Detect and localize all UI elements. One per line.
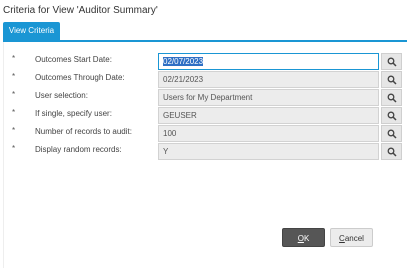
criteria-row-start-date: * Outcomes Start Date: 02/07/2023 <box>4 52 408 71</box>
ok-button-label: K <box>303 234 310 243</box>
required-marker: * <box>12 72 16 81</box>
cancel-button[interactable]: Cancel <box>330 228 373 247</box>
field-label-random-records: Display random records: <box>35 145 122 154</box>
criteria-dialog: Criteria for View 'Auditor Summary' View… <box>0 0 409 270</box>
record-count-lookup-button[interactable] <box>381 125 402 142</box>
random-records-field[interactable]: Y <box>158 143 379 160</box>
criteria-row-record-count: * Number of records to audit: 100 <box>4 124 408 143</box>
start-date-value: 02/07/2023 <box>163 57 204 66</box>
tab-view-criteria[interactable]: View Criteria <box>3 22 60 40</box>
required-marker: * <box>12 54 16 63</box>
required-marker: * <box>12 90 16 99</box>
user-selection-lookup-button[interactable] <box>381 89 402 106</box>
field-label-record-count: Number of records to audit: <box>35 127 132 136</box>
field-label-through-date: Outcomes Through Date: <box>35 73 125 82</box>
search-icon <box>387 111 397 121</box>
criteria-row-random-records: * Display random records: Y <box>4 142 408 161</box>
window-title: Criteria for View 'Auditor Summary' <box>3 5 158 16</box>
criteria-row-user-selection: * User selection: Users for My Departmen… <box>4 88 408 107</box>
single-user-field[interactable]: GEUSER <box>158 107 379 124</box>
through-date-field[interactable]: 02/21/2023 <box>158 71 379 88</box>
field-label-single-user: If single, specify user: <box>35 109 112 118</box>
start-date-field[interactable]: 02/07/2023 <box>158 53 379 70</box>
record-count-field[interactable]: 100 <box>158 125 379 142</box>
required-marker: * <box>12 108 16 117</box>
field-label-start-date: Outcomes Start Date: <box>35 55 112 64</box>
cancel-button-label: ancel <box>344 234 364 243</box>
user-selection-field[interactable]: Users for My Department <box>158 89 379 106</box>
search-icon <box>387 57 397 67</box>
search-icon <box>387 129 397 139</box>
ok-button[interactable]: OK <box>282 228 325 247</box>
search-icon <box>387 147 397 157</box>
start-date-lookup-button[interactable] <box>381 53 402 70</box>
search-icon <box>387 75 397 85</box>
required-marker: * <box>12 144 16 153</box>
single-user-lookup-button[interactable] <box>381 107 402 124</box>
criteria-row-single-user: * If single, specify user: GEUSER <box>4 106 408 125</box>
search-icon <box>387 93 397 103</box>
random-records-lookup-button[interactable] <box>381 143 402 160</box>
through-date-lookup-button[interactable] <box>381 71 402 88</box>
required-marker: * <box>12 126 16 135</box>
field-label-user-selection: User selection: <box>35 91 88 100</box>
criteria-row-through-date: * Outcomes Through Date: 02/21/2023 <box>4 70 408 89</box>
